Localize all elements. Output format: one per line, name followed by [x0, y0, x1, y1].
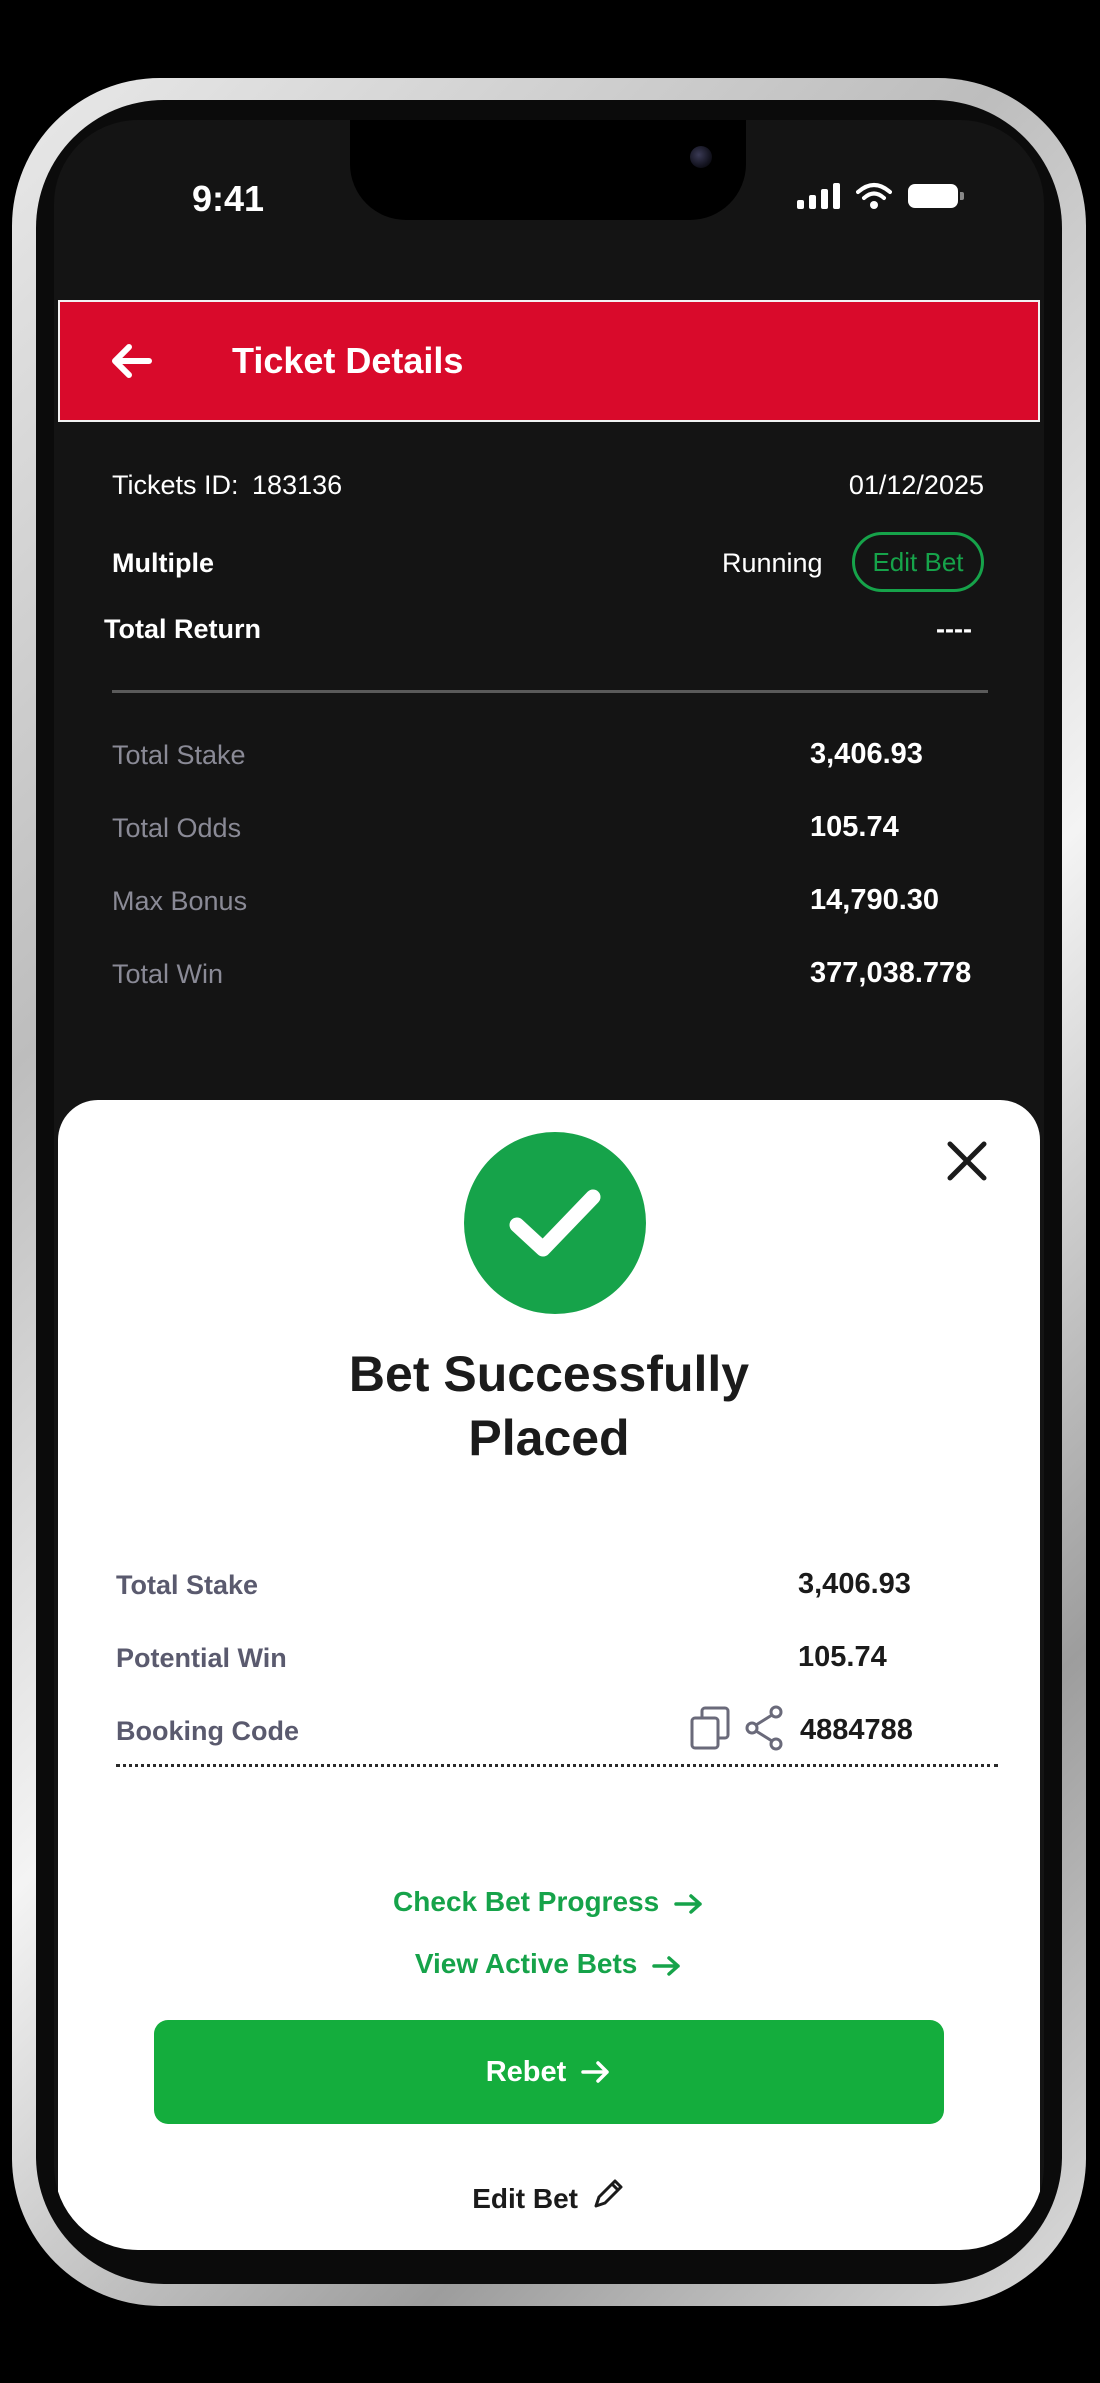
- booking-code-value: 4884788: [800, 1714, 913, 1746]
- ticket-id-value: 183136: [252, 470, 343, 500]
- share-icon[interactable]: [744, 1704, 784, 1752]
- arrow-right-icon: [652, 1955, 680, 1976]
- ticket-id: Tickets ID: 183136: [112, 470, 342, 501]
- bet-type: Multiple: [112, 548, 214, 578]
- summary-label: Total Stake: [112, 740, 246, 770]
- check-bet-progress-link[interactable]: Check Bet Progress: [58, 1886, 1040, 1918]
- signal-icon: [797, 183, 840, 209]
- success-sheet: Bet Successfully Placed Total Stake 3,40…: [58, 1100, 1040, 2250]
- detail-value: 105.74: [798, 1641, 887, 1673]
- summary-value: 377,038.778: [810, 957, 972, 989]
- rebet-label: Rebet: [485, 2055, 567, 2088]
- ticket-id-label: Tickets ID:: [112, 470, 239, 500]
- battery-icon: [908, 184, 964, 208]
- edit-bet-label: Edit Bet: [472, 2183, 578, 2214]
- detail-label: Potential Win: [116, 1643, 287, 1673]
- edit-bet-link[interactable]: Edit Bet: [58, 2176, 1040, 2215]
- dotted-divider: [116, 1764, 998, 1767]
- detail-label: Total Stake: [116, 1570, 259, 1600]
- detail-value: 3,406.93: [798, 1568, 911, 1600]
- arrow-left-icon: [112, 344, 152, 378]
- pencil-icon: [594, 2179, 623, 2208]
- rebet-button[interactable]: Rebet: [154, 2020, 944, 2124]
- app-header: Ticket Details: [58, 300, 1040, 422]
- detail-label: Booking Code: [116, 1716, 299, 1746]
- close-button[interactable]: [940, 1134, 994, 1188]
- page-title: Ticket Details: [232, 340, 464, 381]
- status-time: 9:41: [192, 178, 265, 219]
- bet-status: Running: [722, 548, 823, 578]
- view-active-bets-link[interactable]: View Active Bets: [58, 1948, 1040, 1980]
- summary-label: Max Bonus: [112, 886, 248, 916]
- summary-label: Total Win: [112, 959, 224, 989]
- phone-screen: 9:41 Ticket Details Tickets ID: 183136 0…: [54, 120, 1044, 2250]
- ticket-date: 01/12/2025: [848, 470, 984, 500]
- status-icons: [797, 182, 964, 210]
- arrow-right-icon: [674, 1893, 702, 1914]
- back-button[interactable]: [72, 302, 192, 420]
- check-bet-progress-label: Check Bet Progress: [393, 1886, 660, 1917]
- camera-icon: [690, 146, 712, 168]
- success-title: Bet Successfully Placed: [58, 1342, 1040, 1470]
- divider: [112, 690, 988, 693]
- total-return-label: Total Return: [104, 614, 261, 644]
- success-title-line1: Bet Successfully: [348, 1346, 750, 1402]
- total-return-value: ----: [936, 614, 972, 644]
- copy-icon[interactable]: [688, 1704, 734, 1752]
- arrow-right-icon: [581, 2061, 610, 2083]
- notch: [350, 120, 746, 220]
- edit-bet-pill-button[interactable]: Edit Bet: [852, 532, 984, 592]
- success-title-line2: Placed: [468, 1410, 630, 1466]
- wifi-icon: [856, 183, 892, 209]
- summary-value: 105.74: [810, 811, 899, 843]
- summary-value: 3,406.93: [810, 738, 923, 770]
- summary-label: Total Odds: [112, 813, 242, 843]
- summary-value: 14,790.30: [810, 884, 940, 916]
- success-check-icon: [464, 1132, 646, 1314]
- close-icon: [947, 1141, 987, 1181]
- view-active-bets-label: View Active Bets: [414, 1948, 638, 1979]
